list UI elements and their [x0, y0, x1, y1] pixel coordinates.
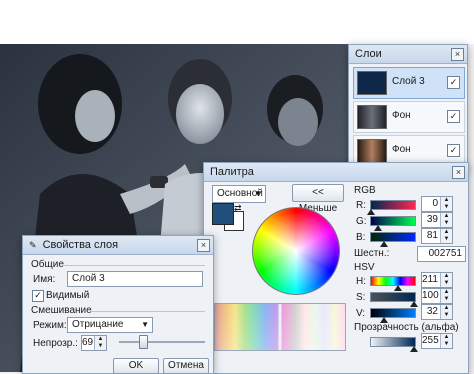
layer-thumbnail [357, 71, 387, 95]
s-value: 100 [422, 290, 439, 301]
primary-color-swatch[interactable] [212, 203, 234, 225]
layers-panel: Слои × Слой 3 ✓ Фон ✓ Фон ✓ [348, 44, 468, 172]
alpha-slider-thumb[interactable] [410, 346, 418, 352]
color-wheel[interactable] [252, 207, 340, 295]
less-button[interactable]: << Меньше [292, 184, 344, 214]
name-label: Имя: [33, 274, 56, 285]
palette-panel-title: Палитра × [204, 163, 468, 182]
divider [91, 311, 205, 312]
h-input[interactable]: 211 ▲ ▼ [421, 272, 453, 288]
palette-panel: Палитра × Основной ▼ << Меньше ⇄ RGB R: … [203, 162, 469, 374]
spin-arrows-icon[interactable]: ▲ ▼ [440, 229, 452, 243]
spin-arrows-icon[interactable]: ▲ ▼ [440, 213, 452, 227]
visible-checkbox[interactable]: ✓ [32, 290, 44, 302]
r-input[interactable]: 0 ▲ ▼ [421, 196, 453, 212]
layers-panel-title: Слои × [349, 45, 467, 64]
layer-name: Фон [392, 144, 411, 155]
spin-arrows-icon[interactable]: ▲ ▼ [440, 334, 452, 348]
layer-properties-title: ✎ Свойства слоя × [23, 236, 213, 255]
mode-label: Режим: [33, 320, 67, 331]
palette-panel-title-text: Палитра [210, 166, 254, 178]
h-slider-thumb[interactable] [394, 285, 402, 291]
r-value: 0 [432, 198, 438, 209]
visible-check-mark: ✓ [34, 290, 42, 300]
r-slider[interactable] [370, 200, 416, 210]
general-section-label: Общие [31, 259, 64, 270]
divider [63, 265, 205, 266]
layer-item-1[interactable]: Слой 3 ✓ [353, 67, 465, 99]
layer-properties-title-text: Свойства слоя [42, 239, 119, 251]
h-label: H: [356, 276, 366, 287]
g-value: 39 [426, 214, 438, 225]
b-value: 81 [426, 230, 438, 241]
opacity-input[interactable]: 69 ▲ ▼ [81, 335, 107, 351]
palette-mode-select[interactable]: Основной ▼ [212, 185, 266, 203]
rgb-label: RGB [354, 185, 376, 196]
layers-panel-title-text: Слои [355, 48, 382, 60]
layer-thumbnail [357, 139, 387, 163]
spin-arrows-icon[interactable]: ▲ ▼ [440, 197, 452, 211]
visible-label: Видимый [46, 290, 90, 301]
blend-mode-value: Отрицание [72, 319, 124, 330]
v-value: 32 [426, 306, 438, 317]
blend-mode-select[interactable]: Отрицание ▼ [67, 317, 153, 333]
background-top [0, 0, 474, 44]
layer-visibility-checkbox[interactable]: ✓ [447, 144, 460, 157]
spin-arrows-icon[interactable]: ▲ ▼ [440, 273, 452, 287]
layer-properties-icon: ✎ [29, 240, 37, 250]
blend-section-label: Смешивание [31, 305, 92, 316]
layer-name: Слой 3 [392, 76, 425, 87]
hex-input[interactable]: 002751 [417, 246, 466, 262]
layer-name: Фон [392, 110, 411, 121]
b-label: B: [356, 232, 366, 243]
swap-colors-icon[interactable]: ⇄ [234, 203, 242, 214]
g-label: G: [356, 216, 367, 227]
g-slider-thumb[interactable] [374, 225, 382, 231]
alpha-input[interactable]: 255 ▲ ▼ [421, 333, 453, 349]
close-icon[interactable]: × [197, 239, 210, 252]
alpha-value: 255 [422, 335, 439, 346]
h-slider[interactable] [370, 276, 416, 286]
layer-visibility-checkbox[interactable]: ✓ [447, 110, 460, 123]
v-slider[interactable] [370, 308, 416, 318]
s-slider-thumb[interactable] [410, 301, 418, 307]
color-swatch-grid[interactable] [214, 303, 346, 351]
chevron-down-icon: ▼ [254, 189, 262, 198]
opacity-slider-track[interactable] [119, 341, 205, 343]
g-input[interactable]: 39 ▲ ▼ [421, 212, 453, 228]
r-label: R: [356, 200, 366, 211]
alpha-label: Прозрачность (альфа) [354, 322, 459, 333]
opacity-slider-thumb[interactable] [139, 335, 148, 349]
v-input[interactable]: 32 ▲ ▼ [421, 304, 453, 320]
b-slider-thumb[interactable] [380, 241, 388, 247]
chevron-down-icon: ▼ [141, 320, 149, 329]
layer-thumbnail [357, 105, 387, 129]
hex-label: Шестн.: [354, 248, 390, 259]
b-slider[interactable] [370, 232, 416, 242]
layer-item-2[interactable]: Фон ✓ [353, 101, 465, 133]
close-icon[interactable]: × [452, 166, 465, 179]
hex-value: 002751 [428, 248, 462, 259]
layer-name-input[interactable]: Слой 3 [67, 271, 203, 287]
s-input[interactable]: 100 ▲ ▼ [421, 288, 453, 304]
opacity-value: 69 [82, 337, 94, 348]
layer-name-value: Слой 3 [72, 273, 105, 284]
r-slider-thumb[interactable] [367, 209, 375, 215]
layer-properties-dialog: ✎ Свойства слоя × Общие Имя: Слой 3 ✓ Ви… [22, 235, 214, 374]
layer-visibility-checkbox[interactable]: ✓ [447, 76, 460, 89]
b-input[interactable]: 81 ▲ ▼ [421, 228, 453, 244]
spin-arrows-icon[interactable]: ▲ ▼ [440, 289, 452, 303]
s-label: S: [356, 292, 366, 303]
hsv-label: HSV [354, 262, 375, 273]
opacity-label: Непрозр.: [33, 338, 78, 349]
v-label: V: [356, 308, 366, 319]
spin-arrows-icon[interactable]: ▲ ▼ [94, 336, 106, 350]
h-value: 211 [422, 274, 438, 285]
close-icon[interactable]: × [451, 48, 464, 61]
spin-arrows-icon[interactable]: ▲ ▼ [440, 305, 452, 319]
